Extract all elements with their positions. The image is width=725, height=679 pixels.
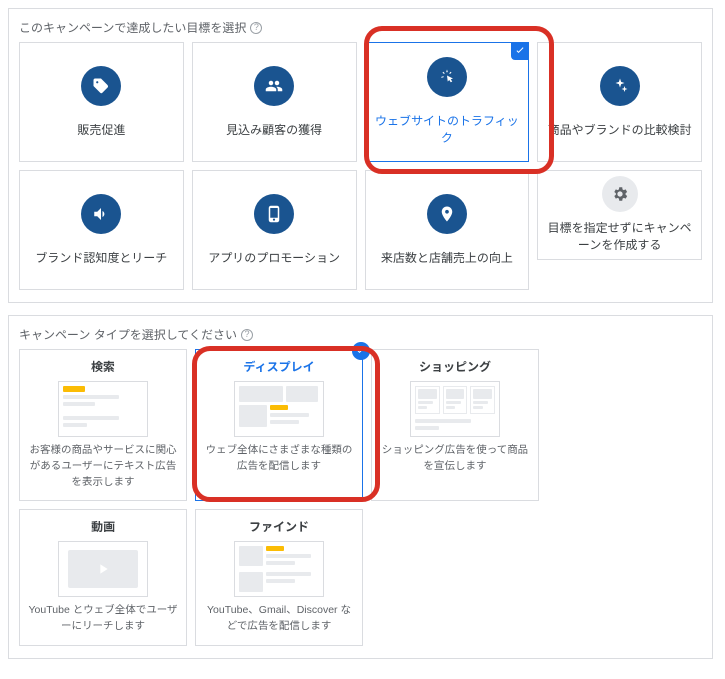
type-desc: YouTube とウェブ全体でユーザーにリーチします	[28, 603, 178, 635]
goal-label: 商品やブランドの比較検討	[540, 122, 700, 139]
goal-grid: 販売促進 見込み顧客の獲得 ウェブサイトのトラフィック	[19, 42, 702, 290]
help-icon[interactable]: ?	[250, 22, 262, 34]
goal-label: ブランド認知度とリーチ	[27, 250, 175, 267]
type-title: 検索	[91, 358, 115, 375]
type-card-search[interactable]: 検索 お客様の商品やサービスに関心があるユーザーにテキスト広告を表示します	[19, 349, 187, 501]
goal-card-sales[interactable]: 販売促進	[19, 42, 184, 162]
goal-card-store[interactable]: 来店数と店舗売上の向上	[365, 170, 530, 290]
goal-panel: このキャンペーンで達成したい目標を選択 ? 販売促進 見込み顧客の獲得	[8, 8, 713, 303]
gear-icon	[602, 176, 638, 212]
megaphone-icon	[81, 194, 121, 234]
type-heading: キャンペーン タイプを選択してください ?	[19, 326, 702, 343]
type-title: ショッピング	[419, 358, 491, 375]
type-card-display[interactable]: ディスプレイ ウェブ全体にさまざまな種類	[195, 349, 363, 501]
thumb-display	[234, 381, 324, 437]
goal-label: 見込み顧客の獲得	[218, 122, 330, 139]
goal-label: 来店数と店舗売上の向上	[373, 250, 521, 267]
check-icon	[352, 342, 370, 360]
thumb-shopping	[410, 381, 500, 437]
goal-label: 目標を指定せずにキャンペーンを作成する	[538, 220, 701, 254]
type-grid: 検索 お客様の商品やサービスに関心があるユーザーにテキスト広告を表示します ディ…	[19, 349, 702, 646]
thumb-search	[58, 381, 148, 437]
goal-card-leads[interactable]: 見込み顧客の獲得	[192, 42, 357, 162]
phone-icon	[254, 194, 294, 234]
type-heading-text: キャンペーン タイプを選択してください	[19, 326, 237, 343]
goal-card-consideration[interactable]: 商品やブランドの比較検討	[537, 42, 702, 162]
thumb-video	[58, 541, 148, 597]
help-icon[interactable]: ?	[241, 329, 253, 341]
goal-card-traffic[interactable]: ウェブサイトのトラフィック	[365, 42, 530, 162]
goal-card-nogoal[interactable]: 目標を指定せずにキャンペーンを作成する	[537, 170, 702, 260]
goal-heading: このキャンペーンで達成したい目標を選択 ?	[19, 19, 702, 36]
goal-label: 販売促進	[69, 122, 133, 139]
type-card-video[interactable]: 動画 YouTube とウェブ全体でユーザーにリーチします	[19, 509, 187, 646]
type-panel: キャンペーン タイプを選択してください ? 検索 お客様の商品やサービスに関心が…	[8, 315, 713, 659]
thumb-discovery	[234, 541, 324, 597]
type-desc: YouTube、Gmail、Discover などで広告を配信します	[204, 603, 354, 635]
goal-card-app[interactable]: アプリのプロモーション	[192, 170, 357, 290]
type-card-shopping[interactable]: ショッピング	[371, 349, 539, 501]
goal-label: アプリのプロモーション	[200, 250, 348, 267]
goal-label: ウェブサイトのトラフィック	[366, 113, 529, 147]
pin-icon	[427, 194, 467, 234]
type-desc: お客様の商品やサービスに関心があるユーザーにテキスト広告を表示します	[28, 443, 178, 490]
check-icon	[511, 42, 529, 60]
goal-card-awareness[interactable]: ブランド認知度とリーチ	[19, 170, 184, 290]
click-icon	[427, 57, 467, 97]
type-desc: ショッピング広告を使って商品を宣伝します	[380, 443, 530, 475]
campaign-setup-container: このキャンペーンで達成したい目標を選択 ? 販売促進 見込み顧客の獲得	[8, 8, 713, 659]
people-icon	[254, 66, 294, 106]
goal-heading-text: このキャンペーンで達成したい目標を選択	[19, 19, 246, 36]
type-desc: ウェブ全体にさまざまな種類の広告を配信します	[204, 443, 354, 475]
type-title: ファインド	[249, 518, 309, 535]
sparkle-icon	[600, 66, 640, 106]
type-card-discovery[interactable]: ファインド	[195, 509, 363, 646]
type-title: 動画	[91, 518, 115, 535]
tag-icon	[81, 66, 121, 106]
type-title: ディスプレイ	[243, 358, 314, 375]
